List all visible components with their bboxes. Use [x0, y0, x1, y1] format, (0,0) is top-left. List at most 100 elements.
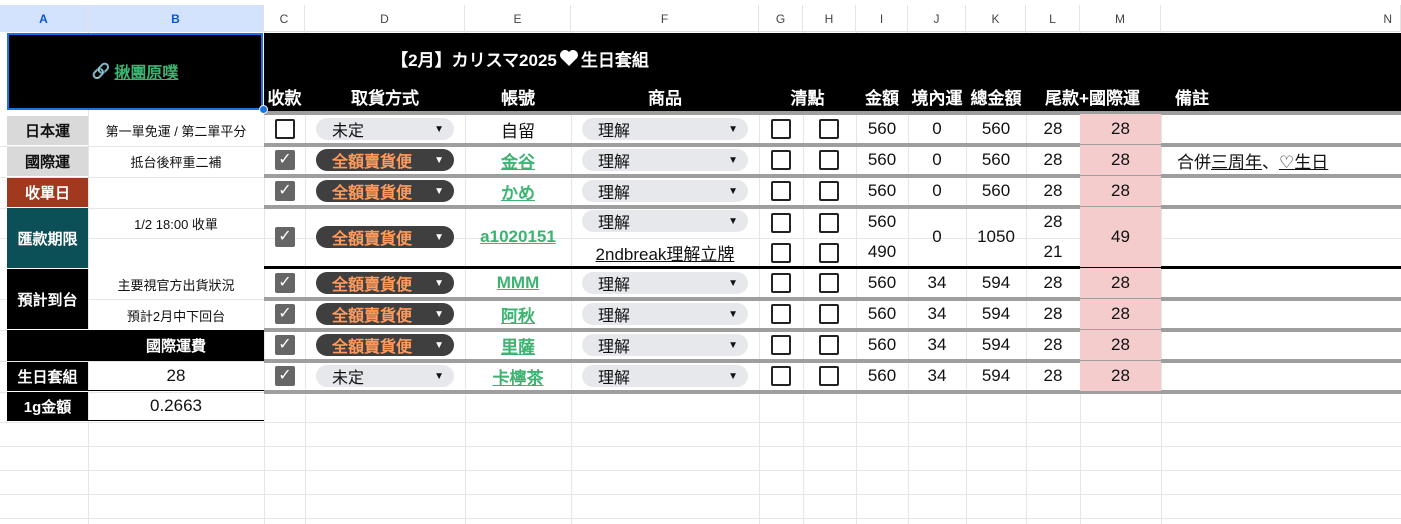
received-checkbox[interactable]: ✓ — [275, 227, 295, 247]
source-link[interactable]: 🔗 揪團原噗 — [7, 56, 263, 86]
column-header-g[interactable]: G — [759, 5, 803, 32]
column-header-f[interactable]: F — [571, 5, 759, 32]
balance-cell: 28 — [1043, 119, 1063, 138]
balance-cell: 28 — [1043, 212, 1063, 231]
product-select[interactable]: 理解 ▼ — [582, 365, 748, 387]
check-1-checkbox[interactable] — [771, 366, 791, 386]
header-check: 清點 — [790, 88, 825, 108]
amount-cell: 560 — [867, 119, 897, 138]
column-header-l[interactable]: L — [1026, 5, 1080, 32]
dropdown-label: 全額賣貨便 — [332, 339, 413, 356]
pickup-select[interactable]: 未定 ▼ — [316, 118, 454, 140]
account-cell[interactable]: 卡檸茶 — [465, 362, 571, 390]
check-2-checkbox[interactable] — [819, 213, 839, 233]
received-checkbox[interactable]: ✓ — [275, 304, 295, 324]
account-cell[interactable]: 阿秋 — [465, 300, 571, 328]
account-cell[interactable]: 金谷 — [465, 146, 571, 174]
column-header-d[interactable]: D — [305, 5, 465, 32]
product-select[interactable]: 理解 ▼ — [582, 272, 748, 294]
domestic-cell: 34 — [927, 366, 947, 385]
check-1-checkbox[interactable] — [771, 335, 791, 355]
intl-shipping-cell: 28 — [1080, 145, 1161, 175]
dropdown-label: 理解 — [598, 339, 631, 356]
check-1-checkbox[interactable] — [771, 150, 791, 170]
received-checkbox[interactable]: ✓ — [275, 150, 295, 170]
fee-header-left — [7, 330, 88, 361]
pickup-select[interactable]: 全額賣貨便 ▼ — [316, 303, 454, 325]
pickup-select[interactable]: 全額賣貨便 ▼ — [316, 180, 454, 202]
balance-cell: 28 — [1043, 366, 1063, 385]
chevron-down-icon: ▼ — [434, 339, 444, 351]
account-cell[interactable]: 里薩 — [465, 331, 571, 359]
product-select[interactable]: 理解 ▼ — [582, 334, 748, 356]
dropdown-label: 理解 — [598, 277, 631, 294]
pickup-select[interactable]: 全額賣貨便 ▼ — [316, 272, 454, 294]
check-1-checkbox[interactable] — [771, 181, 791, 201]
remark-part: 合併 — [1177, 152, 1211, 172]
column-header-b[interactable]: B — [88, 5, 264, 32]
received-checkbox[interactable]: ✓ — [275, 335, 295, 355]
remark-part[interactable]: 三周年 — [1211, 148, 1262, 173]
column-header-j[interactable]: J — [908, 5, 966, 32]
pickup-select[interactable]: 全額賣貨便 ▼ — [316, 226, 454, 248]
pickup-select[interactable]: 全額賣貨便 ▼ — [316, 149, 454, 171]
account-cell[interactable]: かめ — [465, 177, 571, 205]
product-select[interactable]: 理解 ▼ — [582, 303, 748, 325]
product-select[interactable]: 理解 ▼ — [582, 118, 748, 140]
received-checkbox[interactable]: ✓ — [275, 366, 295, 386]
dropdown-label: 全額賣貨便 — [332, 277, 413, 294]
check-2-checkbox[interactable] — [819, 119, 839, 139]
account-cell[interactable]: a1020151 — [465, 208, 571, 266]
column-header-n[interactable]: N — [1161, 5, 1401, 32]
check-1-checkbox[interactable] — [771, 119, 791, 139]
check-2-checkbox[interactable] — [819, 366, 839, 386]
chevron-down-icon: ▼ — [434, 277, 444, 289]
column-header-h[interactable]: H — [803, 5, 856, 32]
check-1-checkbox[interactable] — [771, 213, 791, 233]
source-link-text[interactable]: 揪團原噗 — [114, 59, 178, 83]
check-2-checkbox[interactable] — [819, 181, 839, 201]
check-2-checkbox[interactable] — [819, 243, 839, 263]
check-1-checkbox[interactable] — [771, 243, 791, 263]
check-1-checkbox[interactable] — [771, 304, 791, 324]
product-select[interactable]: 理解 ▼ — [582, 149, 748, 171]
product-select[interactable]: 理解 ▼ — [582, 180, 748, 202]
dropdown-label: 未定 — [332, 370, 365, 387]
pickup-select[interactable]: 未定 ▼ — [316, 365, 454, 387]
birthday-set-value: 28 — [88, 362, 264, 391]
check-2-checkbox[interactable] — [819, 335, 839, 355]
dropdown-label: 未定 — [332, 123, 365, 140]
gram-price-value: 0.2663 — [88, 392, 264, 421]
received-checkbox[interactable] — [275, 119, 295, 139]
payment-deadline-value: 1/2 18:00 收單 — [134, 216, 218, 232]
selection-handle[interactable] — [259, 105, 268, 114]
column-header-i[interactable]: I — [856, 5, 908, 32]
column-header-e[interactable]: E — [465, 5, 571, 32]
check-2-checkbox[interactable] — [819, 304, 839, 324]
column-header-c[interactable]: C — [264, 5, 305, 32]
received-checkbox[interactable]: ✓ — [275, 181, 295, 201]
domestic-cell: 34 — [927, 304, 947, 323]
column-header-k[interactable]: K — [966, 5, 1026, 32]
check-2-checkbox[interactable] — [819, 150, 839, 170]
product-select[interactable]: 理解 ▼ — [582, 210, 748, 232]
chevron-down-icon: ▼ — [728, 277, 738, 289]
check-mark-icon: ✓ — [278, 305, 292, 322]
remark-cell — [1161, 115, 1401, 143]
remark-part[interactable]: ♡生日 — [1279, 148, 1328, 173]
gram-price-label: 1g金額 — [7, 392, 88, 421]
header-remark: 備註 — [1175, 88, 1209, 108]
column-header-m[interactable]: M — [1080, 5, 1161, 32]
pickup-select[interactable]: 全額賣貨便 ▼ — [316, 334, 454, 356]
balance-cell: 28 — [1043, 273, 1063, 292]
domestic-cell: 0 — [932, 227, 942, 246]
grid-line — [0, 446, 1401, 447]
check-2-checkbox[interactable] — [819, 273, 839, 293]
column-header-a[interactable]: A — [0, 5, 88, 32]
account-cell[interactable]: MMM — [465, 269, 571, 297]
chevron-down-icon: ▼ — [728, 123, 738, 135]
received-checkbox[interactable]: ✓ — [275, 273, 295, 293]
check-mark-icon: ✓ — [278, 367, 292, 384]
remark-cell — [1161, 362, 1401, 390]
check-1-checkbox[interactable] — [771, 273, 791, 293]
